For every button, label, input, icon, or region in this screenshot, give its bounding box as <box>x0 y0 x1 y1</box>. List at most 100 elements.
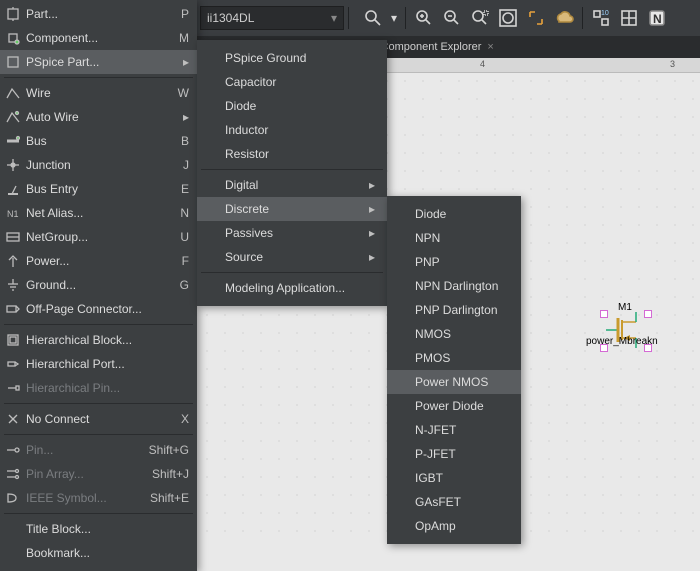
menu-item-discrete[interactable]: Discrete▸ <box>197 197 387 221</box>
menu-item-shortcut: Shift+G <box>149 443 189 457</box>
menu-item-label: OpAmp <box>415 519 456 533</box>
cloud-icon[interactable] <box>551 5 577 31</box>
menu-item-netgroup[interactable]: NetGroup...U <box>0 225 197 249</box>
menu-item-label: Net Alias... <box>26 206 180 220</box>
menu-item-power-nmos[interactable]: Power NMOS <box>387 370 521 394</box>
component-icon <box>4 29 22 47</box>
menu-item-hierarchical-port[interactable]: Hierarchical Port... <box>0 352 197 376</box>
menu-item-bus-entry[interactable]: Bus EntryE <box>0 177 197 201</box>
menu-item-modeling-application[interactable]: Modeling Application... <box>197 276 387 300</box>
menu-item-pspice-part[interactable]: PSpice Part...▸ <box>0 50 197 74</box>
menu-item-npn[interactable]: NPN <box>387 226 521 250</box>
menu-item-hierarchical-block[interactable]: Hierarchical Block... <box>0 328 197 352</box>
search-icon[interactable] <box>360 5 386 31</box>
submenu-arrow-icon: ▸ <box>183 55 189 69</box>
placed-component[interactable]: M1 power_Mbreakn <box>600 294 660 354</box>
menu-item-shortcut: N <box>180 206 189 220</box>
menu-item-label: Title Block... <box>26 522 189 536</box>
snap-icon[interactable]: 10 <box>588 5 614 31</box>
ruler-tick: 3 <box>670 59 675 69</box>
hblock-icon <box>4 331 22 349</box>
menu-item-junction[interactable]: JunctionJ <box>0 153 197 177</box>
menu-item-label: Component... <box>26 31 179 45</box>
zoom-area-icon[interactable] <box>467 5 493 31</box>
part-name-field[interactable]: ii1304DL ▾ <box>200 6 344 30</box>
menu-item-label: Bookmark... <box>26 546 189 560</box>
menu-item-n-jfet[interactable]: N-JFET <box>387 418 521 442</box>
tab-component-explorer[interactable]: Component Explorer× <box>373 36 502 58</box>
blank-icon <box>4 544 22 562</box>
grid-icon[interactable] <box>616 5 642 31</box>
menu-item-label: PNP <box>415 255 440 269</box>
menu-item-label: Wire <box>26 86 178 100</box>
menu-item-label: Part... <box>26 7 181 21</box>
menu-item-shortcut: F <box>182 254 189 268</box>
menu-item-capacitor[interactable]: Capacitor <box>197 70 387 94</box>
menu-item-diode[interactable]: Diode <box>387 202 521 226</box>
menu-separator <box>201 272 383 273</box>
dropdown-icon[interactable]: ▾ <box>388 5 400 31</box>
noconnect-icon <box>4 410 22 428</box>
zoom-in-icon[interactable] <box>411 5 437 31</box>
menu-item-hierarchical-pin: Hierarchical Pin... <box>0 376 197 400</box>
menu-item-inductor[interactable]: Inductor <box>197 118 387 142</box>
netalias-icon: N1 <box>4 204 22 222</box>
menu-item-igbt[interactable]: IGBT <box>387 466 521 490</box>
menu-item-label: Power... <box>26 254 182 268</box>
menu-item-ieee-symbol: IEEE Symbol...Shift+E <box>0 486 197 510</box>
menu-item-net-alias[interactable]: N1 Net Alias...N <box>0 201 197 225</box>
menu-separator <box>4 434 193 435</box>
menu-item-passives[interactable]: Passives▸ <box>197 221 387 245</box>
menu-item-diode[interactable]: Diode <box>197 94 387 118</box>
menu-item-auto-wire[interactable]: Auto Wire▸ <box>0 105 197 129</box>
menu-item-label: NetGroup... <box>26 230 180 244</box>
menu-item-no-connect[interactable]: No ConnectX <box>0 407 197 431</box>
menu-item-shortcut: J <box>183 158 189 172</box>
notes-icon[interactable]: N <box>644 5 670 31</box>
submenu-arrow-icon: ▸ <box>369 226 375 240</box>
menu-item-label: Inductor <box>225 123 375 137</box>
menu-item-pmos[interactable]: PMOS <box>387 346 521 370</box>
menu-item-title-block[interactable]: Title Block... <box>0 517 197 541</box>
selection-handle[interactable] <box>600 310 608 318</box>
menu-item-power[interactable]: Power...F <box>0 249 197 273</box>
menu-item-opamp[interactable]: OpAmp <box>387 514 521 538</box>
menu-item-shortcut: B <box>181 134 189 148</box>
selection-handle[interactable] <box>644 310 652 318</box>
zoom-fit-icon[interactable] <box>495 5 521 31</box>
menu-separator <box>201 169 383 170</box>
ruler-tick: 4 <box>480 59 485 69</box>
menu-item-wire[interactable]: WireW <box>0 81 197 105</box>
menu-item-label: Diode <box>225 99 375 113</box>
menu-item-resistor[interactable]: Resistor <box>197 142 387 166</box>
zoom-out-icon[interactable] <box>439 5 465 31</box>
menu-item-pspice-ground[interactable]: PSpice Ground <box>197 46 387 70</box>
dropdown-icon: ▾ <box>331 11 337 25</box>
menu-item-ground[interactable]: Ground...G <box>0 273 197 297</box>
close-icon[interactable]: × <box>487 41 493 53</box>
menu-item-pnp[interactable]: PNP <box>387 250 521 274</box>
menu-item-part[interactable]: Part...P <box>0 2 197 26</box>
menu-item-label: Off-Page Connector... <box>26 302 189 316</box>
menu-item-pnp-darlington[interactable]: PNP Darlington <box>387 298 521 322</box>
component-name: power_Mbreakn <box>586 336 658 347</box>
menu-item-label: NPN <box>415 231 440 245</box>
menu-item-label: Junction <box>26 158 183 172</box>
menu-item-component[interactable]: Component...M <box>0 26 197 50</box>
menu-item-bookmark[interactable]: Bookmark... <box>0 541 197 565</box>
menu-item-digital[interactable]: Digital▸ <box>197 173 387 197</box>
menu-item-shortcut: Shift+E <box>150 491 189 505</box>
menu-item-gasfet[interactable]: GAsFET <box>387 490 521 514</box>
toolbar-separator <box>405 7 406 29</box>
menu-item-source[interactable]: Source▸ <box>197 245 387 269</box>
autowire-icon <box>4 108 22 126</box>
menu-item-power-diode[interactable]: Power Diode <box>387 394 521 418</box>
menu-item-label: NMOS <box>415 327 451 341</box>
menu-item-npn-darlington[interactable]: NPN Darlington <box>387 274 521 298</box>
menu-item-p-jfet[interactable]: P-JFET <box>387 442 521 466</box>
menu-separator <box>4 324 193 325</box>
zoom-selection-icon[interactable] <box>523 5 549 31</box>
menu-item-bus[interactable]: BusB <box>0 129 197 153</box>
menu-item-off-page-connector[interactable]: Off-Page Connector... <box>0 297 197 321</box>
menu-item-nmos[interactable]: NMOS <box>387 322 521 346</box>
